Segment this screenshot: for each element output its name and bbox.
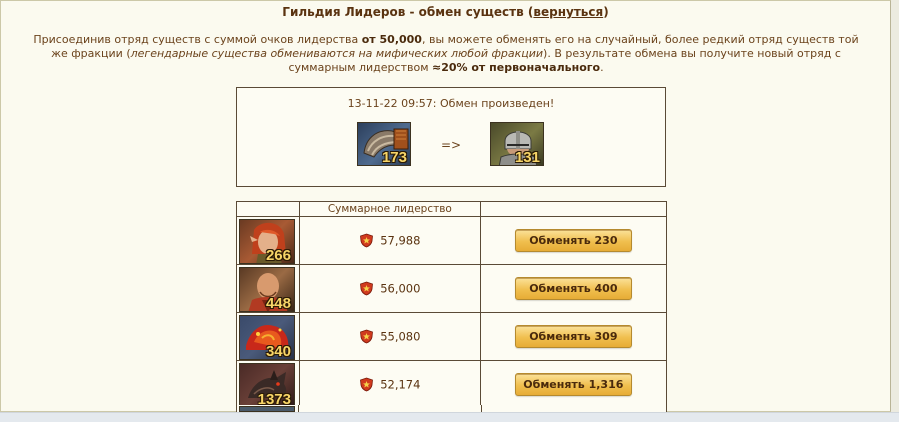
- exchange-result-message: 13-11-22 09:57: Обмен произведен!: [347, 97, 555, 110]
- unit-count: 448: [265, 295, 291, 312]
- description-legendary-note: легендарные существа обмениваются на миф…: [130, 47, 544, 60]
- header-icon-col: [236, 201, 300, 217]
- to-unit-count: 131: [514, 149, 540, 166]
- back-link[interactable]: вернуться: [533, 5, 603, 19]
- row-icon-cell: 448: [236, 264, 300, 313]
- table-row: 1373 52,174 Обменять 1,316: [236, 360, 668, 409]
- leadership-value: 55,080: [380, 329, 421, 344]
- dark-hound-unit-icon[interactable]: 1373: [239, 363, 295, 408]
- button-cell: Обменять 1,316: [479, 360, 668, 409]
- unit-count: 340: [265, 343, 291, 360]
- page-title: Гильдия Лидеров - обмен существ (вернуть…: [282, 5, 609, 19]
- exchange-button[interactable]: Обменять 1,316: [514, 373, 632, 396]
- to-unit-icon[interactable]: 131: [490, 122, 544, 166]
- description-text-1: Присоединив отряд существ с суммой очков…: [33, 33, 362, 46]
- exchange-button[interactable]: Обменять 400: [514, 277, 632, 300]
- bald-monk-unit-icon[interactable]: 448: [239, 267, 295, 312]
- bottom-edge: [0, 412, 899, 422]
- row-icon-cell: 1373: [236, 360, 300, 409]
- row-icon-wrap: 1373: [239, 363, 297, 408]
- scrollbar-gutter: [891, 0, 899, 412]
- button-cell: Обменять 230: [479, 216, 668, 265]
- partial-unit-icon: [239, 406, 295, 412]
- button-cell: Обменять 400: [479, 264, 668, 313]
- leadership-shield-icon: [360, 233, 374, 248]
- table-row: 340 55,080 Обменять 309: [236, 312, 668, 361]
- partial-divider: [481, 405, 482, 412]
- row-icon-cell: 340: [236, 312, 300, 361]
- unit-count: 266: [265, 247, 291, 264]
- description: Присоединив отряд существ с суммой очков…: [26, 33, 866, 75]
- leadership-cell: 57,988: [298, 216, 481, 265]
- leadership-value: 57,988: [380, 233, 421, 248]
- from-unit-count: 173: [381, 149, 407, 166]
- description-text-4: .: [600, 61, 604, 74]
- from-unit-icon[interactable]: 173: [357, 122, 411, 166]
- table-row-partial: [236, 405, 667, 412]
- fire-creature-unit-icon[interactable]: 340: [239, 315, 295, 360]
- description-min-leadership: от 50,000: [361, 33, 422, 46]
- leadership-shield-icon: [360, 329, 374, 344]
- leadership-shield-icon: [360, 377, 374, 392]
- leadership-cell: 56,000: [298, 264, 481, 313]
- row-icon-wrap: 448: [239, 267, 297, 312]
- table-row: 266 57,988 Обменять 230: [236, 216, 668, 265]
- exchange-result-box: 13-11-22 09:57: Обмен произведен!: [236, 87, 666, 187]
- header-button-col: [479, 201, 668, 217]
- row-icon-cell: 266: [236, 216, 300, 265]
- partial-icon-cell: [237, 405, 299, 412]
- exchange-button[interactable]: Обменять 230: [514, 229, 632, 252]
- exchange-table: Суммарное лидерство 266 57,988 Обменять …: [236, 201, 668, 409]
- leadership-value: 52,174: [380, 377, 421, 392]
- leadership-value: 56,000: [380, 281, 421, 296]
- row-icon-wrap: 340: [239, 315, 297, 360]
- row-icon-wrap: 266: [239, 219, 297, 264]
- button-cell: Обменять 309: [479, 312, 668, 361]
- table-header-row: Суммарное лидерство: [236, 201, 668, 217]
- description-ratio: ≈20% от первоначального: [432, 61, 601, 74]
- header-leadership: Суммарное лидерство: [298, 201, 481, 217]
- leadership-cell: 52,174: [298, 360, 481, 409]
- page-title-text: Гильдия Лидеров - обмен существ: [282, 5, 524, 19]
- leadership-cell: 55,080: [298, 312, 481, 361]
- exchange-button[interactable]: Обменять 309: [514, 325, 632, 348]
- leadership-shield-icon: [360, 281, 374, 296]
- exchange-arrow: =>: [441, 138, 462, 152]
- red-haired-elf-unit-icon[interactable]: 266: [239, 219, 295, 264]
- table-row: 448 56,000 Обменять 400: [236, 264, 668, 313]
